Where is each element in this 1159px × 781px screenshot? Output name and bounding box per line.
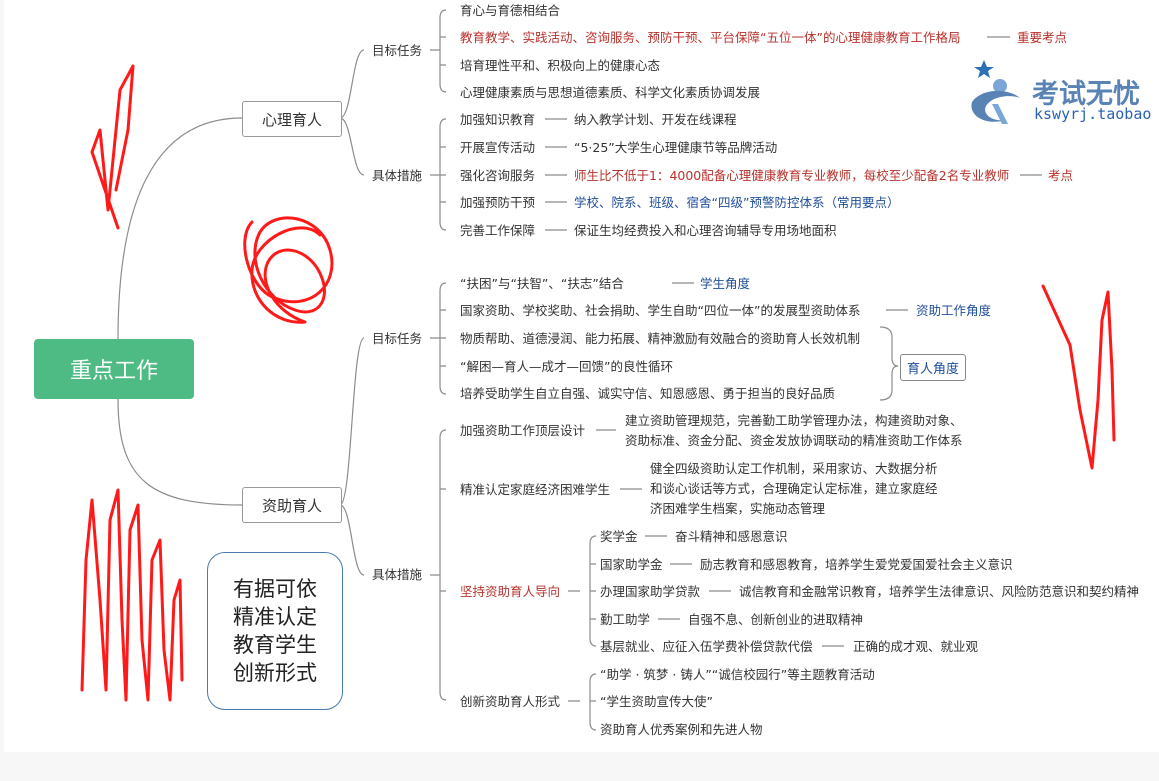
scribble-loops bbox=[243, 216, 334, 324]
aid-identify-line-3: 济困难学生档案，实施动态管理 bbox=[650, 501, 826, 516]
watermark-logo: 考试无忧 kswyrj.taobao bbox=[962, 58, 1159, 128]
canvas: 重点工作 心理育人 资助育人 目标任务 育心与育德相结合 教育教学、实践活动、咨… bbox=[0, 0, 1159, 781]
psych-measure-name-3: 强化咨询服务 bbox=[460, 168, 536, 183]
root-node[interactable]: 重点工作 bbox=[34, 339, 194, 399]
psych-goals-label: 目标任务 bbox=[372, 43, 423, 58]
aid-identify-name: 精准认定家庭经济困难学生 bbox=[460, 482, 611, 497]
branch-aid[interactable]: 资助育人 bbox=[242, 487, 342, 523]
guidance-item-name-5: 基层就业、应征入伍学费补偿贷款代偿 bbox=[600, 639, 813, 654]
guidance-item-desc-3: 诚信教育和金融常识教育，培养学生法律意识、风险防范意识和契约精神 bbox=[739, 584, 1140, 599]
innovate-item-3: 资助育人优秀案例和先进人物 bbox=[600, 722, 763, 737]
guidance-item-desc-2: 励志教育和感恩教育，培养学生爱党爱国爱社会主义意识 bbox=[700, 557, 1013, 572]
psych-measure-name-4: 加强预防干预 bbox=[460, 195, 536, 210]
aid-goal-4: “解困—育人—成才—回馈”的良性循环 bbox=[460, 359, 673, 374]
innovate-item-2: “学生资助宣传大使” bbox=[600, 694, 713, 709]
psych-measure-name-1: 加强知识教育 bbox=[460, 112, 536, 127]
psych-measure-desc-5: 保证生均经费投入和心理咨询辅导专用场地面积 bbox=[574, 223, 837, 238]
aid-identify-line-2: 和谈心谈话等方式，合理确定认定标准，建立家庭经 bbox=[650, 481, 938, 496]
note-line-3: 教育学生 bbox=[233, 633, 317, 657]
scribble-tick-2 bbox=[1041, 284, 1116, 470]
aid-goal-5: 培养受助学生自立自强、诚实守信、知恩感恩、勇于担当的良好品质 bbox=[460, 386, 836, 401]
guidance-item-name-4: 勤工助学 bbox=[600, 612, 651, 627]
psych-measure-name-2: 开展宣传活动 bbox=[460, 140, 536, 155]
psych-measure-desc-2: “5·25”大学生心理健康节等品牌活动 bbox=[574, 140, 778, 155]
scribble-tick-1 bbox=[90, 64, 135, 230]
psych-measure-tag-3: 考点 bbox=[1048, 168, 1074, 183]
aid-identify-line-1: 健全四级资助认定工作机制，采用家访、大数据分析 bbox=[650, 461, 938, 476]
innovate-item-1: “助学 · 筑梦 · 铸人”“诚信校园行”等主题教育活动 bbox=[600, 667, 875, 682]
aid-goal-2-tag: 资助工作角度 bbox=[916, 303, 992, 318]
psych-key-point: 重要考点 bbox=[1017, 30, 1068, 45]
aid-goal-1: “扶困”与“扶智”、“扶志”结合 bbox=[460, 276, 624, 291]
psych-goal-1: 育心与育德相结合 bbox=[460, 3, 561, 18]
aid-goal-1-tag: 学生角度 bbox=[700, 276, 751, 291]
guidance-item-name-2: 国家助学金 bbox=[600, 557, 663, 572]
aid-goals-label: 目标任务 bbox=[372, 331, 423, 346]
guidance-item-desc-4: 自强不息、创新创业的进取精神 bbox=[688, 612, 864, 627]
aid-top-design-line-2: 资助标准、资金分配、资金发放协调联动的精准资助工作体系 bbox=[625, 433, 963, 448]
psych-goal-3: 培育理性平和、积极向上的健康心态 bbox=[460, 58, 661, 73]
aid-guidance-name: 坚持资助育人导向 bbox=[460, 584, 561, 599]
guidance-item-desc-5: 正确的成才观、就业观 bbox=[853, 639, 979, 654]
aid-top-design-name: 加强资助工作顶层设计 bbox=[460, 423, 586, 438]
psych-goal-2: 教育教学、实践活动、咨询服务、预防干预、平台保障“五位一体”的心理健康教育工作格… bbox=[460, 30, 961, 45]
aid-goal-3: 物质帮助、道德浸润、能力拓展、精神激励有效融合的资助育人长效机制 bbox=[460, 331, 861, 346]
note-line-1: 有据可依 bbox=[233, 577, 317, 601]
scribble-block bbox=[80, 488, 184, 702]
logo-url: kswyrj.taobao bbox=[1034, 105, 1152, 123]
note-line-2: 精准认定 bbox=[233, 605, 317, 629]
aid-innovate-name: 创新资助育人形式 bbox=[460, 694, 561, 709]
summary-note: 有据可依 精准认定 教育学生 创新形式 bbox=[207, 552, 343, 710]
psych-measures-label: 具体措施 bbox=[372, 168, 423, 183]
psych-measure-desc-1: 纳入教学计划、开发在线课程 bbox=[574, 112, 737, 127]
branch-psych[interactable]: 心理育人 bbox=[242, 101, 342, 137]
psych-goal-4: 心理健康素质与思想道德素质、科学文化素质协调发展 bbox=[460, 85, 761, 100]
psych-measure-name-5: 完善工作保障 bbox=[460, 223, 536, 238]
aid-group-tag: 育人角度 bbox=[900, 354, 967, 381]
guidance-item-desc-1: 奋斗精神和感恩意识 bbox=[675, 529, 788, 544]
aid-measures-label: 具体措施 bbox=[372, 567, 423, 582]
psych-measure-desc-3: 师生比不低于1：4000配备心理健康教育专业教师，每校至少配备2名专业教师 bbox=[574, 168, 1010, 183]
note-line-4: 创新形式 bbox=[233, 661, 317, 685]
aid-goal-2: 国家资助、学校奖助、社会捐助、学生自助“四位一体”的发展型资助体系 bbox=[460, 303, 861, 318]
guidance-item-name-3: 办理国家助学贷款 bbox=[600, 584, 701, 599]
psych-measure-desc-4: 学校、院系、班级、宿舍“四级”预警防控体系（常用要点） bbox=[574, 195, 900, 210]
aid-top-design-line-1: 建立资助管理规范，完善勤工助学管理办法，构建资助对象、 bbox=[625, 413, 963, 428]
logo-figure-icon bbox=[971, 60, 1020, 124]
guidance-item-name-1: 奖学金 bbox=[600, 529, 638, 544]
